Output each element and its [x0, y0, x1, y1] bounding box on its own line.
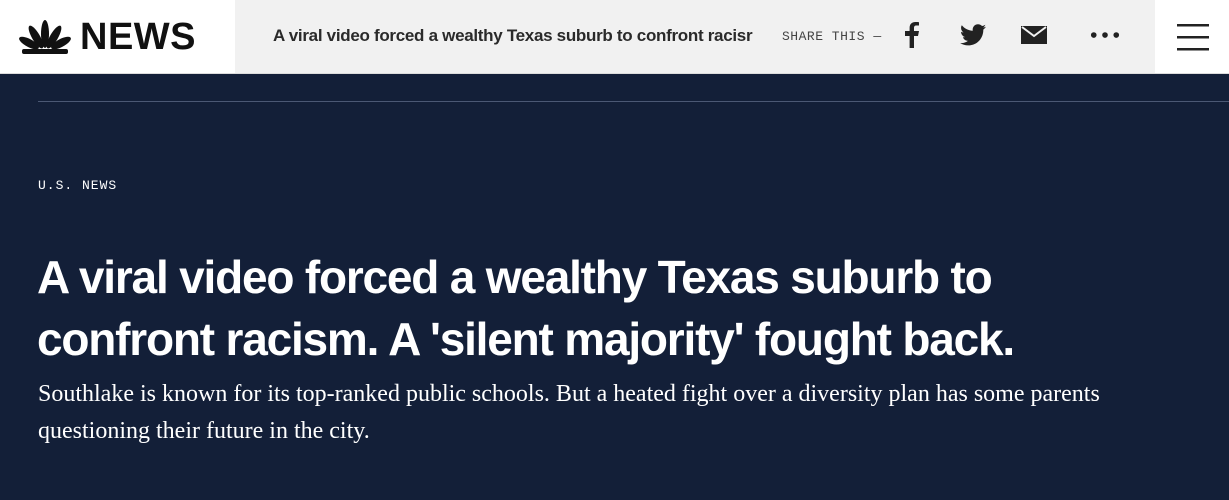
email-share-button[interactable] [1019, 20, 1049, 50]
email-icon [1021, 26, 1047, 44]
twitter-icon [960, 24, 986, 46]
sticky-headline: A viral video forced a wealthy Texas sub… [273, 26, 753, 45]
facebook-share-button[interactable] [897, 20, 927, 50]
article-title: A viral video forced a wealthy Texas sub… [37, 251, 1015, 365]
share-label: SHARE THIS — [782, 29, 882, 44]
facebook-icon [905, 22, 919, 48]
category-link[interactable]: U.S. NEWS [38, 178, 117, 193]
nbc-news-logo[interactable]: NEWS [18, 17, 196, 57]
article-hero: U.S. NEWS A viral video forced a wealthy… [0, 74, 1229, 500]
top-navigation-bar: NEWS A viral video forced a wealthy Texa… [0, 0, 1229, 74]
logo-wordmark: NEWS [80, 16, 196, 58]
more-icon [1090, 32, 1120, 38]
twitter-share-button[interactable] [958, 20, 988, 50]
menu-button[interactable] [1157, 0, 1229, 73]
more-share-options-button[interactable] [1090, 20, 1120, 50]
peacock-icon [19, 20, 71, 54]
hamburger-menu-icon [1177, 23, 1209, 50]
hero-divider [38, 101, 1229, 102]
article-dek: Southlake is known for its top-ranked pu… [38, 381, 1100, 444]
share-bar: A viral video forced a wealthy Texas sub… [235, 0, 1155, 73]
